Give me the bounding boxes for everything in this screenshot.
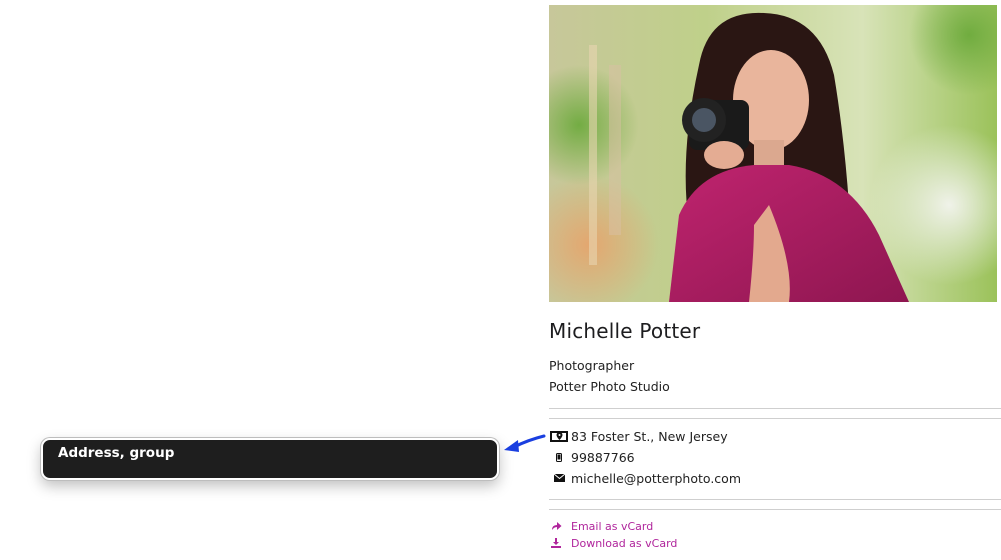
envelope-icon <box>549 471 569 485</box>
phone-row[interactable]: 99887766 <box>549 449 635 465</box>
address-group[interactable]: 83 Foster St., New Jersey <box>549 428 728 444</box>
contact-company: Potter Photo Studio <box>549 379 670 394</box>
profile-photo <box>549 5 997 302</box>
map-marker-icon <box>549 429 569 443</box>
email-row[interactable]: michelle@potterphoto.com <box>549 470 741 486</box>
address-text: 83 Foster St., New Jersey <box>571 428 728 444</box>
tooltip-text: Address, group <box>58 445 175 461</box>
contact-name: Michelle Potter <box>549 319 701 343</box>
mobile-phone-icon <box>549 450 569 464</box>
share-arrow-icon <box>549 520 563 532</box>
contact-role: Photographer <box>549 358 635 373</box>
email-text: michelle@potterphoto.com <box>571 470 741 486</box>
divider <box>549 418 1001 419</box>
divider <box>549 408 1001 409</box>
download-vcard-label: Download as vCard <box>571 536 678 550</box>
phone-text: 99887766 <box>571 449 635 465</box>
pointer-arrow-icon <box>504 434 546 452</box>
download-vcard-link[interactable]: Download as vCard <box>549 536 677 550</box>
email-vcard-label: Email as vCard <box>571 519 654 533</box>
download-icon <box>549 537 563 549</box>
divider <box>549 499 1001 500</box>
divider <box>549 509 1001 510</box>
accessibility-tooltip: Address, group <box>41 438 499 480</box>
email-vcard-link[interactable]: Email as vCard <box>549 519 653 533</box>
